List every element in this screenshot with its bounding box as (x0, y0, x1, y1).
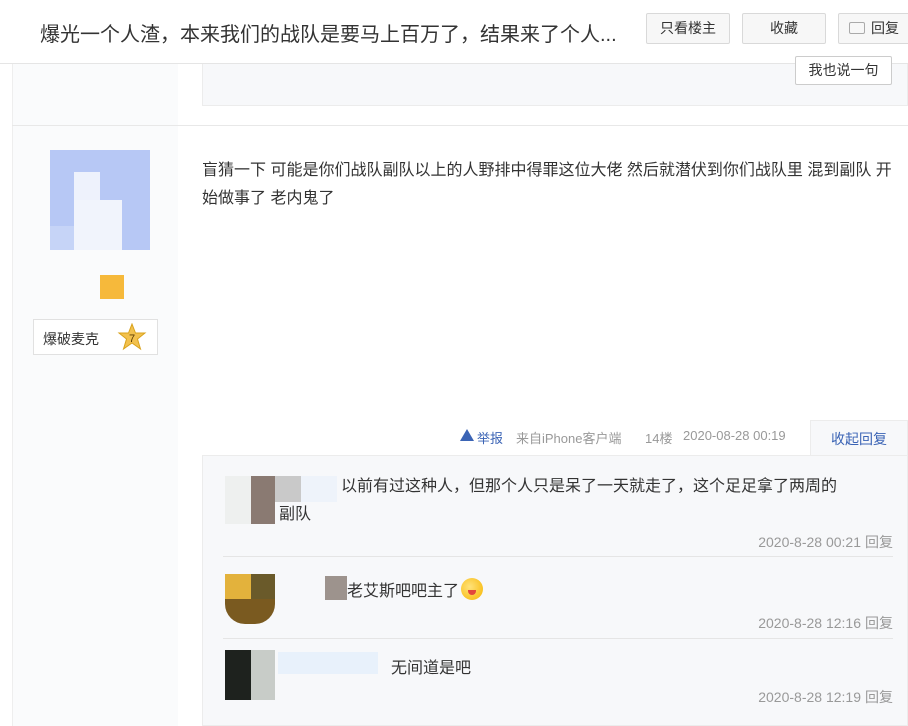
commenter-avatar[interactable] (225, 650, 251, 700)
post-tail: 举报 来自iPhone客户端 14楼 2020-08-28 00:19 (0, 428, 908, 448)
thread-header: 爆光一个人渣，本来我们的战队是要马上百万了，结果来了个人... 只看楼主 收藏 … (0, 0, 908, 64)
list-item: 以前有过这种人，但那个人只是呆了一天就走了，这个足足拿了两周的 副队 2020-… (203, 456, 908, 552)
post-time: 2020-08-28 00:19 (683, 428, 786, 443)
comment-text: 无间道是吧 (391, 660, 472, 677)
report-link[interactable]: 举报 (460, 428, 503, 446)
post-source: 来自iPhone客户端 (516, 431, 622, 446)
reply-button-label: 回复 (871, 20, 899, 36)
floor-divider (12, 125, 908, 126)
comment-text-continued: 副队 (279, 506, 312, 523)
speech-bubble-icon (849, 22, 865, 34)
comment-list: 以前有过这种人，但那个人只是呆了一天就走了，这个足足拿了两周的 副队 2020-… (202, 455, 908, 726)
commenter-name[interactable] (301, 476, 337, 502)
commenter-avatar[interactable] (225, 476, 251, 524)
level-number: 7 (129, 333, 135, 345)
favorite-button[interactable]: 收藏 (742, 13, 826, 44)
only-owner-button[interactable]: 只看楼主 (646, 13, 730, 44)
avatar[interactable] (50, 150, 150, 250)
reply-button[interactable]: 回复 (838, 13, 908, 44)
member-badge-icon (100, 275, 124, 299)
comment-time: 2020-8-28 00:21 (758, 534, 861, 550)
comment-text: 以前有过这种人，但那个人只是呆了一天就走了，这个足足拿了两周的 (341, 478, 838, 495)
comment-reply-button[interactable]: 回复 (865, 534, 893, 550)
report-label: 举报 (477, 431, 504, 446)
comment-text: 老艾斯吧吧主了 (347, 578, 484, 605)
commenter-name[interactable] (325, 576, 347, 600)
username[interactable]: 爆破麦克 (43, 329, 99, 349)
comment-time: 2020-8-28 12:19 (758, 689, 861, 705)
collapse-replies-button[interactable]: 收起回复 (810, 420, 908, 456)
say-something-button[interactable]: 我也说一句 (795, 56, 892, 85)
thread-title: 爆光一个人渣，本来我们的战队是要马上百万了，结果来了个人... (40, 24, 617, 46)
comment-time: 2020-8-28 12:16 (758, 615, 861, 631)
level-star-icon: 7 (117, 323, 147, 351)
list-item: 老艾斯吧吧主了 2020-8-28 12:16 回复 (203, 556, 908, 636)
commenter-name[interactable] (278, 652, 378, 674)
post-content: 盲猜一下 可能是你们战队副队以上的人野排中得罪这位大佬 然后就潜伏到你们战队里 … (202, 162, 892, 207)
warning-icon (460, 429, 474, 441)
list-item: 无间道是吧 2020-8-28 12:19 回复 (203, 638, 908, 726)
floor-number: 14楼 (645, 431, 673, 446)
commenter-avatar[interactable] (225, 574, 251, 599)
comment-reply-button[interactable]: 回复 (865, 689, 893, 705)
comment-reply-button[interactable]: 回复 (865, 615, 893, 631)
user-card: 爆破麦克 7 (33, 319, 158, 355)
tongue-out-emoji-icon (461, 578, 484, 600)
